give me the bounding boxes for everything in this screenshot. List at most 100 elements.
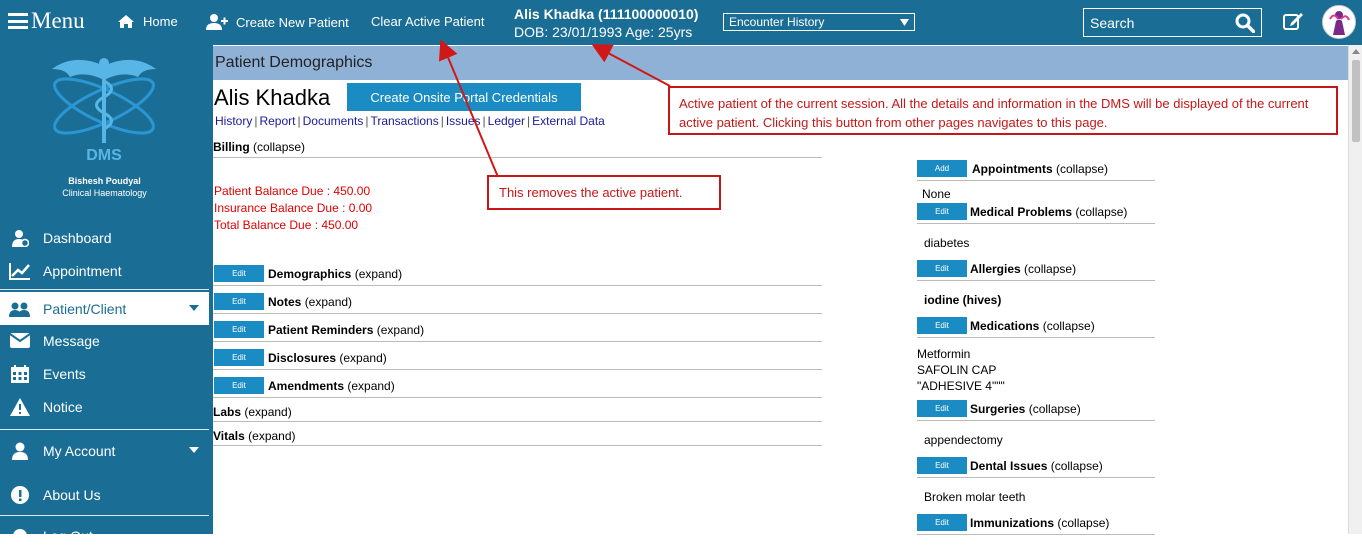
collapse-toggle[interactable]: (collapse) <box>1029 402 1081 416</box>
clear-active-patient-label: Clear Active Patient <box>371 14 485 29</box>
search-icon[interactable] <box>1235 13 1255 33</box>
collapse-toggle[interactable]: (collapse) <box>1043 319 1095 333</box>
issues-link[interactable]: Issues <box>446 114 481 128</box>
scroll-thumb[interactable] <box>1352 60 1360 142</box>
warning-icon <box>9 397 31 416</box>
medical-problems-section-title: Medical Problems (collapse) <box>970 205 1128 219</box>
user-avatar[interactable] <box>1322 5 1356 39</box>
chevron-down-icon <box>189 447 199 453</box>
encounter-history-select[interactable]: Encounter History <box>723 13 915 31</box>
encounter-select-value: Encounter History <box>729 15 825 29</box>
expand-toggle[interactable]: (expand) <box>244 405 291 419</box>
collapse-toggle[interactable]: (collapse) <box>1057 516 1109 530</box>
logo-text: DMS <box>86 147 122 164</box>
section-divider <box>213 341 822 342</box>
sidebar-item-patient-client[interactable]: Patient/Client <box>0 292 209 325</box>
expand-toggle[interactable]: (expand) <box>347 379 394 393</box>
collapse-toggle[interactable]: (collapse) <box>1024 262 1076 276</box>
home-label: Home <box>143 14 178 29</box>
expand-toggle[interactable]: (expand) <box>248 429 295 443</box>
patient-balance: Patient Balance Due : 450.00 <box>214 184 371 198</box>
calendar-icon <box>9 364 31 383</box>
collapse-toggle[interactable]: (collapse) <box>1056 162 1108 176</box>
home-link[interactable]: Home <box>117 14 178 29</box>
allergies-section-title: Allergies (collapse) <box>970 262 1077 276</box>
section-divider <box>213 157 822 158</box>
active-patient-dob-age: DOB: 23/01/1993 Age: 25yrs <box>514 24 693 40</box>
search-input[interactable]: Search <box>1083 8 1262 37</box>
sidebar-item-label: Events <box>43 365 86 382</box>
sidebar-item-my-account[interactable]: My Account <box>0 434 209 467</box>
edit-allergies-button[interactable]: Edit <box>917 260 967 277</box>
reminders-section-title: Patient Reminders (expand) <box>268 323 425 337</box>
sidebar-item-dashboard[interactable]: Dashboard <box>0 221 209 254</box>
vertical-scrollbar[interactable] <box>1348 45 1362 534</box>
expand-toggle[interactable]: (expand) <box>339 351 386 365</box>
allergies-content: iodine (hives) <box>924 293 1002 307</box>
ledger-link[interactable]: Ledger <box>488 114 525 128</box>
clear-active-patient-link[interactable]: Clear Active Patient <box>371 14 484 29</box>
dms-logo: DMS <box>44 51 164 174</box>
edit-icon[interactable] <box>1283 11 1305 36</box>
edit-medications-button[interactable]: Edit <box>917 317 967 334</box>
medication-item: SAFOLIN CAP <box>917 363 997 377</box>
sidebar-item-events[interactable]: Events <box>0 357 209 390</box>
create-new-patient-label: Create New Patient <box>236 14 349 30</box>
sidebar-item-notice[interactable]: Notice <box>0 390 209 423</box>
expand-toggle[interactable]: (expand) <box>355 267 402 281</box>
section-divider <box>917 337 1155 338</box>
sidebar-item-message[interactable]: Message <box>0 324 209 357</box>
active-patient-callout: Active patient of the current session. A… <box>668 86 1338 135</box>
add-appointment-button[interactable]: Add <box>917 160 967 177</box>
external-data-link[interactable]: External Data <box>532 114 605 128</box>
edit-disclosures-button[interactable]: Edit <box>214 349 264 366</box>
edit-amendments-button[interactable]: Edit <box>214 377 264 394</box>
edit-reminders-button[interactable]: Edit <box>214 321 264 338</box>
sidebar-item-about-us[interactable]: About Us <box>0 478 209 511</box>
menu-label: Menu <box>31 8 85 33</box>
doctor-specialty: Clinical Haematology <box>62 188 147 198</box>
search-placeholder: Search <box>1090 14 1135 31</box>
section-divider <box>213 285 822 286</box>
envelope-icon <box>9 333 31 348</box>
sidebar-item-label: About Us <box>43 486 101 503</box>
section-divider <box>917 477 1155 478</box>
edit-demographics-button[interactable]: Edit <box>214 265 264 282</box>
sidebar-divider <box>0 515 209 516</box>
history-link[interactable]: History <box>215 114 252 128</box>
dental-issues-section-title: Dental Issues (collapse) <box>970 459 1103 473</box>
medical-problems-content: diabetes <box>924 236 970 250</box>
disclosures-section-title: Disclosures (expand) <box>268 351 387 365</box>
create-portal-credentials-button[interactable]: Create Onsite Portal Credentials <box>347 83 581 111</box>
sidebar-item-label: Patient/Client <box>43 300 127 317</box>
section-divider <box>917 420 1155 421</box>
report-link[interactable]: Report <box>259 114 295 128</box>
appointments-section-title: Appointments (collapse) <box>972 162 1109 176</box>
collapse-toggle[interactable]: (collapse) <box>1051 459 1103 473</box>
billing-toggle[interactable]: (collapse) <box>253 140 305 154</box>
expand-toggle[interactable]: (expand) <box>305 295 352 309</box>
expand-toggle[interactable]: (expand) <box>377 323 424 337</box>
section-divider <box>213 313 822 314</box>
amendments-section-title: Amendments (expand) <box>268 379 395 393</box>
edit-immunizations-button[interactable]: Edit <box>917 514 967 531</box>
active-patient-info: Alis Khadka (111100000010) DOB: 23/01/19… <box>514 5 698 41</box>
sidebar-item-label: Log Out <box>43 527 93 544</box>
create-new-patient-link[interactable]: Create New Patient <box>206 14 349 30</box>
edit-medical-problems-button[interactable]: Edit <box>917 203 967 220</box>
doctor-info: Bishesh Poudyal Clinical Haematology <box>0 175 209 199</box>
edit-notes-button[interactable]: Edit <box>214 293 264 310</box>
collapse-toggle[interactable]: (collapse) <box>1075 205 1127 219</box>
sidebar-item-log-out[interactable]: Log Out <box>0 519 209 552</box>
user-icon <box>9 442 31 460</box>
sidebar-divider <box>0 429 209 430</box>
menu-button[interactable]: Menu <box>8 8 85 34</box>
edit-dental-issues-button[interactable]: Edit <box>917 457 967 474</box>
documents-link[interactable]: Documents <box>303 114 364 128</box>
transactions-link[interactable]: Transactions <box>370 114 438 128</box>
sidebar-item-appointment[interactable]: Appointment <box>0 254 209 287</box>
edit-surgeries-button[interactable]: Edit <box>917 400 967 417</box>
hamburger-icon <box>8 13 28 29</box>
scroll-up-arrow-icon[interactable] <box>1352 49 1360 54</box>
sidebar: DMS Bishesh Poudyal Clinical Haematology… <box>0 45 209 544</box>
